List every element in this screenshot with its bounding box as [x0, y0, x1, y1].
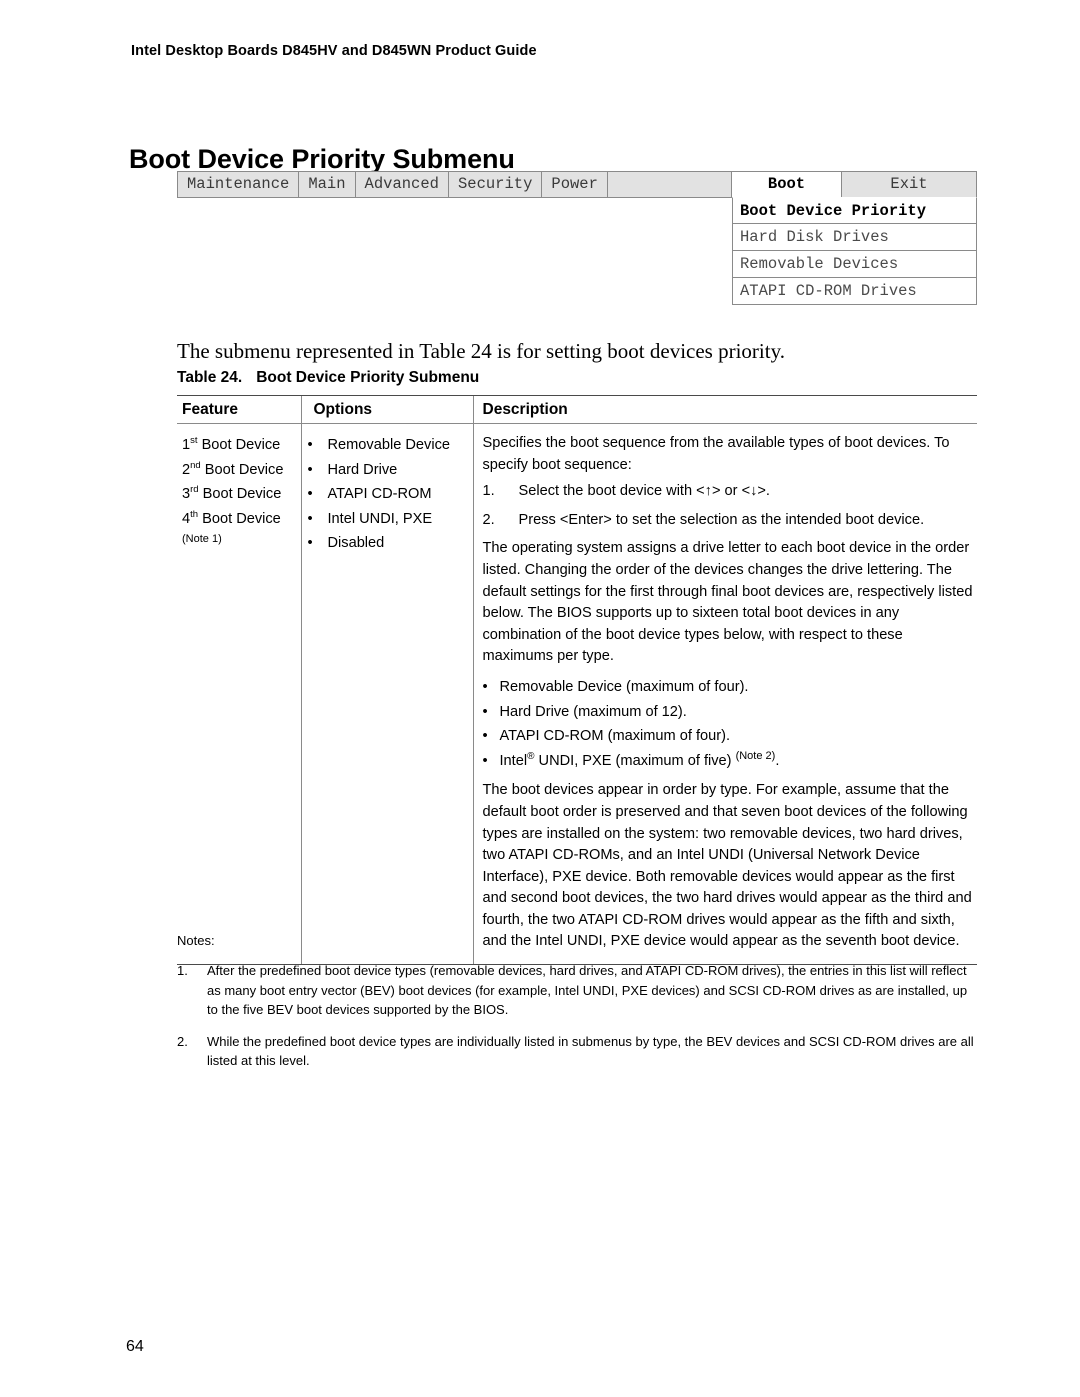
- note-number: 1.: [177, 963, 188, 978]
- note-item: 1. After the predefined boot device type…: [177, 961, 977, 1020]
- bios-tab-row: Maintenance Main Advanced Security Power…: [177, 171, 977, 198]
- bios-tab-main[interactable]: Main: [299, 172, 356, 197]
- feature-label: Boot Device: [200, 461, 284, 478]
- bullet-icon: •: [482, 703, 488, 720]
- notes-label: Notes:: [177, 933, 215, 948]
- running-header: Intel Desktop Boards D845HV and D845WN P…: [131, 43, 537, 59]
- document-page: Intel Desktop Boards D845HV and D845WN P…: [0, 0, 1080, 1397]
- boot-device-priority-table: Feature Options Description 1st Boot Dev…: [177, 395, 978, 966]
- option-label: Hard Drive: [327, 461, 398, 478]
- bullet-icon: •: [307, 535, 313, 552]
- note-item: 2. While the predefined boot device type…: [177, 1032, 977, 1071]
- bullet-icon: •: [482, 752, 488, 769]
- step-number: 2.: [482, 511, 495, 528]
- feature-label: Boot Device: [198, 510, 281, 527]
- table-row: 1st Boot Device 2nd Boot Device 3rd Boot…: [177, 423, 978, 966]
- feature-item-4: 4th Boot Device: [182, 507, 301, 532]
- column-header-description: Description: [472, 395, 977, 424]
- step-text: Select the boot device with <↑> or <↓>.: [518, 483, 771, 500]
- option-label: Disabled: [327, 535, 385, 552]
- bios-menu-graphic: Maintenance Main Advanced Security Power…: [177, 171, 977, 305]
- bios-tab-advanced[interactable]: Advanced: [355, 172, 449, 197]
- maximum-bullet: • Intel® UNDI, PXE (maximum of five) (Not…: [483, 749, 978, 774]
- bios-tab-boot[interactable]: Boot: [732, 172, 842, 197]
- feature-ordinal: 4: [182, 510, 191, 527]
- maximum-bullet: • Hard Drive (maximum of 12).: [483, 700, 978, 725]
- description-intro: Specifies the boot sequence from the ava…: [482, 435, 950, 473]
- bullet-icon: •: [482, 728, 488, 745]
- maximum-bullet: • ATAPI CD-ROM (maximum of four).: [483, 724, 978, 749]
- table-caption: Table 24. Boot Device Priority Submenu: [177, 369, 479, 387]
- description-step: 2. Press <Enter> to set the selection as…: [483, 510, 978, 532]
- column-header-options: Options: [300, 395, 473, 424]
- description-paragraph-3: The boot devices appear in order by type…: [482, 782, 972, 950]
- cell-description: Specifies the boot sequence from the ava…: [472, 423, 978, 966]
- page-number: 64: [126, 1338, 144, 1355]
- table-caption-number: Table 24.: [177, 369, 243, 386]
- feature-ordinal-suffix: rd: [190, 484, 199, 496]
- bullet-icon: •: [307, 437, 313, 453]
- table-header-row: Feature Options Description: [177, 395, 977, 424]
- option-item: • Removable Device: [308, 433, 473, 458]
- maximum-bullet: • Removable Device (maximum of four).: [483, 675, 978, 700]
- bullet-icon: •: [307, 461, 313, 478]
- description-paragraph-2: The operating system assigns a drive let…: [482, 540, 973, 665]
- option-label: Intel UNDI, PXE: [327, 510, 433, 527]
- note-text: While the predefined boot device types a…: [207, 1033, 974, 1069]
- maximum-bullet-text-post: UNDI, PXE (maximum of five): [534, 752, 732, 769]
- step-text: Press <Enter> to set the selection as th…: [518, 511, 925, 528]
- cell-feature: 1st Boot Device 2nd Boot Device 3rd Boot…: [177, 423, 301, 966]
- maximum-bullet-text: ATAPI CD-ROM (maximum of four).: [499, 728, 731, 745]
- bios-tab-maintenance[interactable]: Maintenance: [178, 172, 300, 197]
- feature-ordinal: 3: [182, 486, 191, 503]
- bios-submenu-item-boot-device-priority[interactable]: Boot Device Priority: [732, 197, 977, 224]
- description-step: 1. Select the boot device with <↑> or <↓…: [483, 481, 978, 503]
- bios-tab-security[interactable]: Security: [448, 172, 543, 197]
- option-item: • Hard Drive: [308, 458, 473, 483]
- maximum-bullet-text: Hard Drive (maximum of 12).: [499, 703, 687, 720]
- intro-paragraph: The submenu represented in Table 24 is f…: [177, 339, 785, 363]
- bios-submenu-item-atapi-cdrom-drives[interactable]: ATAPI CD-ROM Drives: [732, 278, 977, 305]
- maximum-bullet-tail: .: [775, 752, 780, 769]
- feature-item-3: 3rd Boot Device: [182, 482, 301, 507]
- bios-submenu-item-removable-devices[interactable]: Removable Devices: [732, 251, 977, 278]
- option-label: ATAPI CD-ROM: [327, 486, 432, 503]
- cell-options: • Removable Device • Hard Drive • ATAPI CD-…: [300, 423, 473, 966]
- feature-ordinal-suffix: st: [190, 435, 198, 447]
- bios-tab-row-spacer: [607, 172, 732, 197]
- note-text: After the predefined boot device types (…: [207, 963, 968, 1017]
- feature-note-reference: (Note 1): [182, 533, 222, 546]
- bullet-icon: •: [307, 510, 313, 527]
- bullet-icon: •: [307, 486, 313, 503]
- feature-ordinal-suffix: nd: [190, 459, 201, 471]
- option-item: • ATAPI CD-ROM: [308, 482, 473, 507]
- notes-section: Notes: 1. After the predefined boot devi…: [177, 931, 977, 1083]
- maximum-bullet-text: Intel: [499, 752, 528, 769]
- option-item: • Disabled: [308, 531, 473, 556]
- description-maximums-list: • Removable Device (maximum of four). • Ha…: [483, 675, 978, 773]
- option-label: Removable Device: [327, 437, 450, 453]
- feature-item-1: 1st Boot Device: [182, 433, 301, 458]
- table-caption-title: Boot Device Priority Submenu: [256, 369, 480, 386]
- feature-label: Boot Device: [198, 486, 282, 503]
- note-number: 2.: [177, 1033, 188, 1049]
- maximum-bullet-wrap: Intel® UNDI, PXE (maximum of five) (Note…: [500, 749, 780, 774]
- bios-submenu-item-hard-disk-drives[interactable]: Hard Disk Drives: [732, 224, 977, 251]
- feature-ordinal: 2: [182, 461, 191, 478]
- feature-ordinal-suffix: th: [190, 508, 199, 520]
- bios-tab-exit[interactable]: Exit: [842, 172, 977, 197]
- bios-submenu-list: Boot Device Priority Hard Disk Drives Re…: [732, 197, 977, 305]
- option-item: • Intel UNDI, PXE: [308, 507, 473, 532]
- feature-item-2: 2nd Boot Device: [182, 458, 301, 483]
- note-reference: (Note 2): [735, 749, 776, 762]
- bullet-icon: •: [482, 678, 488, 695]
- maximum-bullet-text: Removable Device (maximum of four).: [499, 678, 749, 695]
- bios-tab-power[interactable]: Power: [542, 172, 608, 197]
- step-number: 1.: [482, 483, 495, 500]
- feature-label: Boot Device: [197, 437, 281, 453]
- column-header-feature: Feature: [177, 395, 301, 424]
- feature-ordinal: 1: [182, 437, 191, 453]
